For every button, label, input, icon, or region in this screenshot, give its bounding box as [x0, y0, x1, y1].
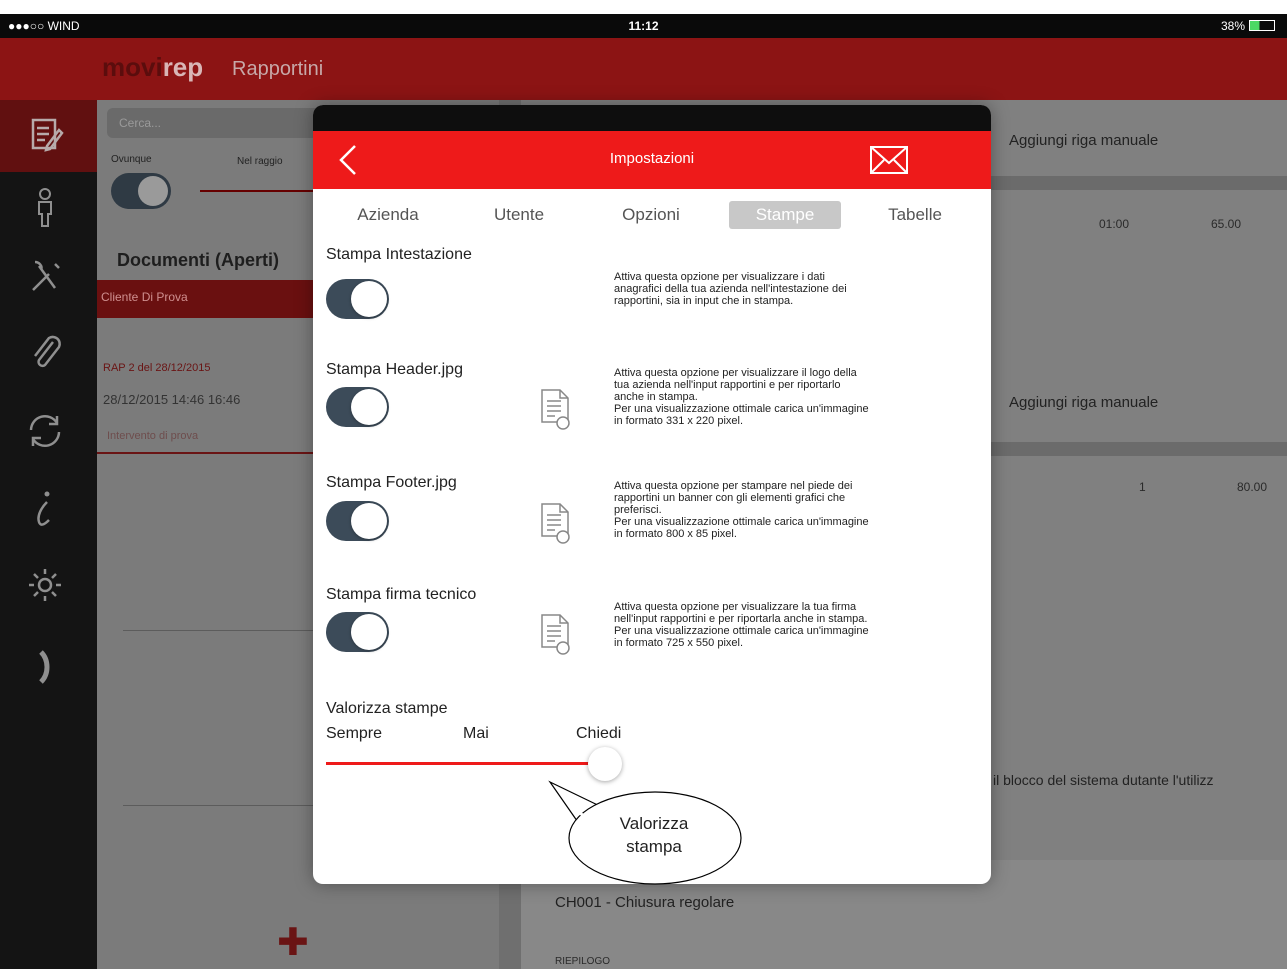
settings-tabs: Azienda Utente Opzioni Stampe Tabelle — [337, 201, 977, 231]
settings-modal: Impostazioni Azienda Utente Opzioni Stam… — [313, 105, 991, 884]
valorizza-stampe-title: Valorizza stampe — [326, 700, 448, 717]
tab-azienda[interactable]: Azienda — [337, 201, 439, 229]
battery-indicator: 38% — [1221, 19, 1275, 33]
client-name: Cliente Di Prova — [101, 290, 188, 304]
option-sempre[interactable]: Sempre — [326, 725, 382, 743]
search-placeholder: Cerca... — [119, 116, 162, 130]
sidebar — [0, 100, 97, 969]
clock: 11:12 — [628, 19, 659, 33]
list-divider — [123, 630, 313, 631]
option-mai[interactable]: Mai — [463, 725, 489, 743]
app-header: movirep Rapportini — [0, 38, 1287, 100]
toggle-stampa-footer[interactable] — [326, 501, 389, 541]
tab-stampe[interactable]: Stampe — [729, 201, 841, 229]
valorizza-slider-knob[interactable] — [588, 747, 622, 781]
modal-top-bar — [313, 105, 991, 131]
logo-part-rep: rep — [162, 52, 204, 82]
modal-header: Impostazioni — [313, 131, 991, 189]
setting-title-firma: Stampa firma tecnico — [326, 586, 477, 603]
location-filter-toggle[interactable] — [111, 173, 171, 209]
option-chiedi[interactable]: Chiedi — [576, 725, 621, 743]
client-row[interactable]: Cliente Di Prova — [97, 280, 315, 318]
toggle-stampa-firma-tecnico[interactable] — [326, 612, 389, 652]
document-upload-icon[interactable] — [539, 387, 573, 433]
radius-slider[interactable] — [200, 190, 320, 192]
closure-label[interactable]: CH001 - Chiusura regolare — [555, 894, 734, 911]
valorizza-slider-track[interactable] — [326, 762, 592, 765]
setting-title-intestazione: Stampa Intestazione — [326, 246, 472, 263]
paperclip-icon[interactable] — [22, 330, 68, 376]
section-band — [989, 176, 1287, 190]
setting-description-intestazione: Attiva questa opzione per visualizzare i… — [614, 271, 847, 307]
report-icon[interactable] — [22, 112, 68, 158]
add-manual-row-button[interactable]: Aggiungi riga manuale — [1009, 132, 1158, 149]
mail-icon[interactable] — [869, 144, 909, 176]
quantity-value: 1 — [1139, 480, 1146, 494]
arrow-icon[interactable] — [22, 644, 68, 690]
list-divider — [123, 805, 313, 806]
person-icon[interactable] — [22, 184, 68, 230]
add-document-button[interactable]: ✚ — [277, 920, 309, 965]
amount-value: 80.00 — [1237, 480, 1268, 494]
sync-icon[interactable] — [22, 408, 68, 454]
toggle-stampa-intestazione[interactable] — [326, 279, 389, 319]
setting-description-firma: Attiva questa opzione per visualizzare l… — [614, 601, 869, 649]
filter-anywhere-label: Ovunque — [111, 154, 152, 165]
status-bar: ●●●○○ WIND 11:12 38% — [0, 14, 1287, 38]
rap-description: Intervento di prova — [107, 430, 199, 442]
tools-icon[interactable] — [22, 254, 68, 300]
logo-part-movi: movi — [102, 52, 163, 82]
tab-opzioni[interactable]: Opzioni — [595, 201, 707, 229]
document-upload-icon[interactable] — [539, 501, 573, 547]
rap-number[interactable]: RAP 2 del 28/12/2015 — [103, 362, 210, 374]
callout-text: Valorizza stampa — [619, 814, 689, 856]
rap-divider — [97, 452, 317, 454]
tab-utente[interactable]: Utente — [465, 201, 573, 229]
summary-label: RIEPILOGO — [555, 956, 611, 967]
documents-section-title: Documenti (Aperti) — [117, 250, 279, 270]
setting-description-header: Attiva questa opzione per visualizzare i… — [614, 367, 869, 427]
setting-title-header: Stampa Header.jpg — [326, 361, 463, 378]
app-title: Rapportini — [232, 58, 324, 80]
time-value: 01:00 — [1099, 217, 1130, 231]
lock-notice: il blocco del sistema dutante l'utilizz — [993, 772, 1214, 788]
rap-datetime: 28/12/2015 14:46 16:46 — [103, 392, 241, 407]
setting-description-footer: Attiva questa opzione per stampare nel p… — [614, 480, 869, 540]
add-manual-row-button[interactable]: Aggiungi riga manuale — [1009, 394, 1158, 411]
document-upload-icon[interactable] — [539, 612, 573, 658]
filter-radius-label: Nel raggio — [237, 156, 283, 167]
toggle-stampa-header[interactable] — [326, 387, 389, 427]
settings-icon[interactable] — [22, 562, 68, 608]
info-icon[interactable] — [22, 486, 68, 532]
app-logo: movirep — [102, 52, 203, 83]
tab-tabelle[interactable]: Tabelle — [859, 201, 971, 229]
setting-title-footer: Stampa Footer.jpg — [326, 474, 457, 491]
amount-value: 65.00 — [1211, 217, 1242, 231]
section-band — [989, 442, 1287, 456]
